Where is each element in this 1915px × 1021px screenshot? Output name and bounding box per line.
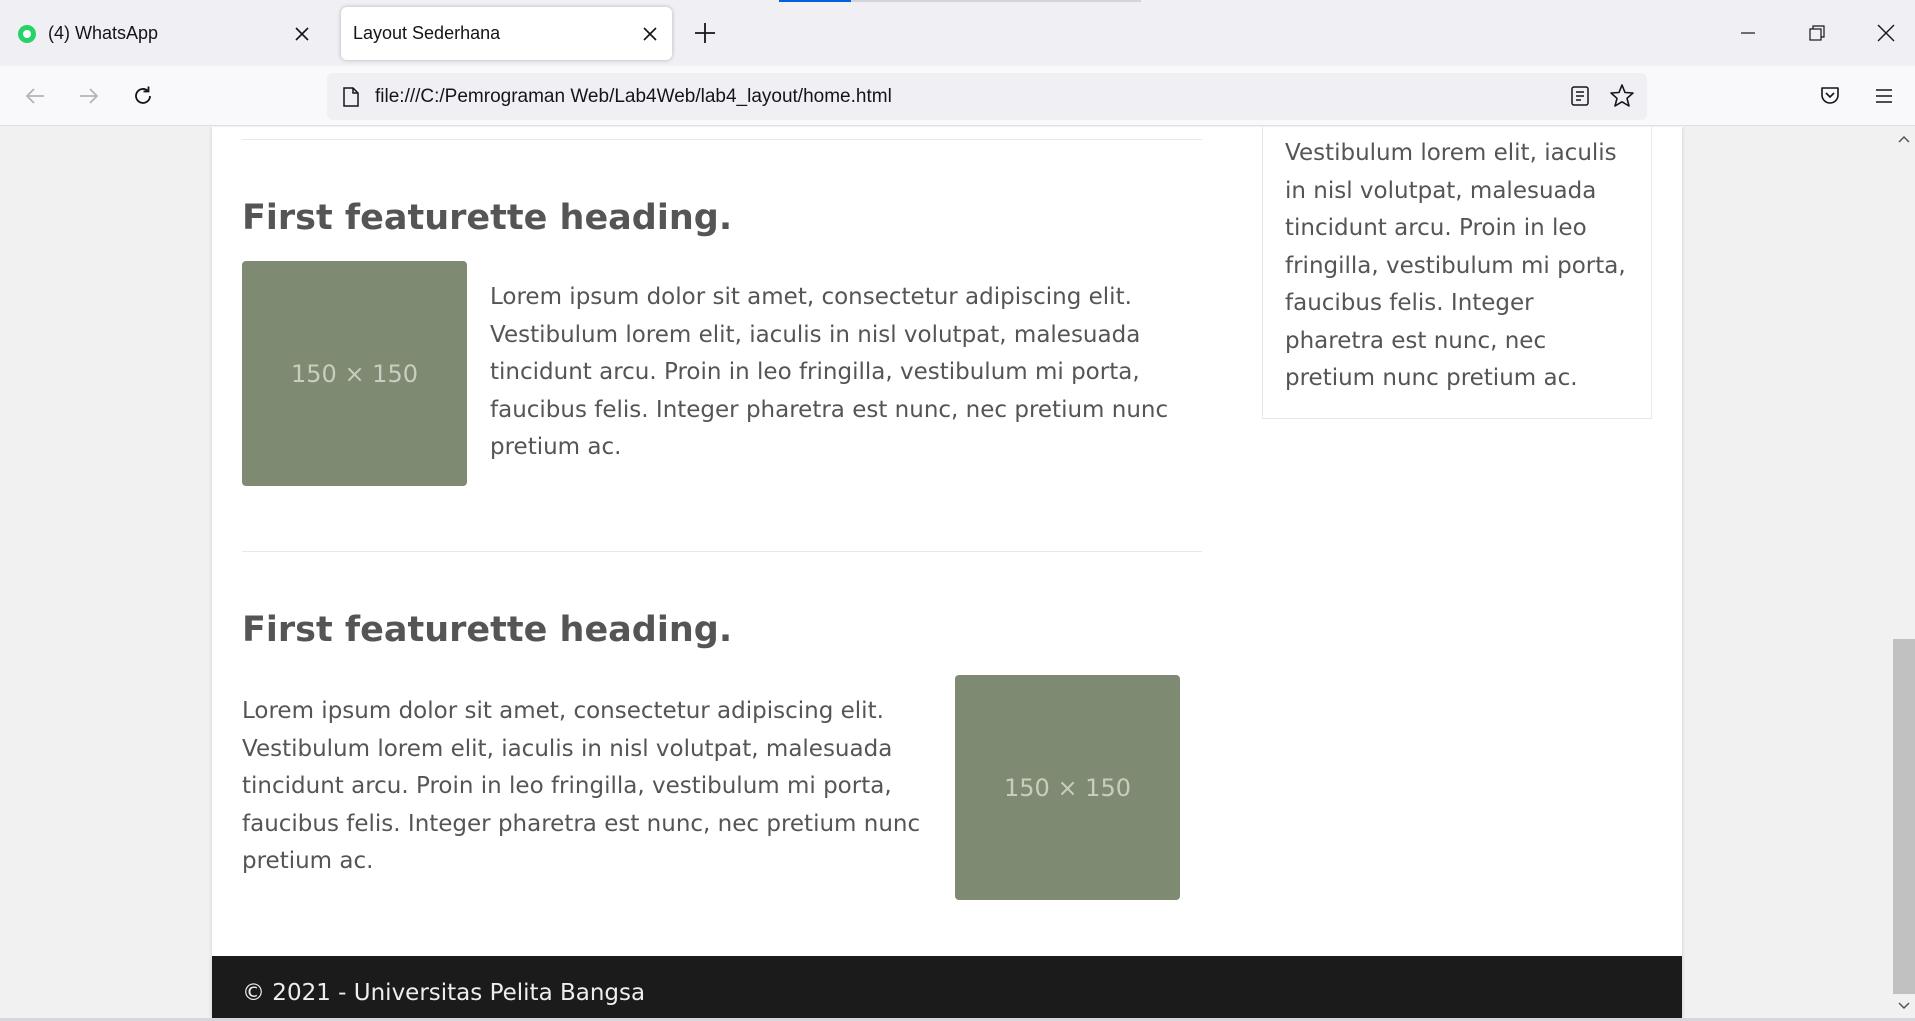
- tab-title: (4) WhatsApp: [48, 23, 159, 43]
- divider: [242, 139, 1202, 140]
- tab-strip: (4) WhatsApp Layout Sederhana: [0, 0, 1915, 66]
- forward-button[interactable]: [71, 78, 107, 114]
- pocket-icon: [1821, 87, 1839, 104]
- tab-layout-sederhana[interactable]: Layout Sederhana: [341, 7, 672, 60]
- placeholder-image: 150 × 150: [242, 261, 467, 486]
- new-tab-button[interactable]: [690, 18, 720, 48]
- divider: [242, 551, 1202, 552]
- tab-whatsapp[interactable]: (4) WhatsApp: [6, 7, 324, 60]
- close-tab-icon[interactable]: [288, 20, 316, 48]
- featurette-text: Lorem ipsum dolor sit amet, consectetur …: [490, 284, 1169, 460]
- page-viewport: First featurette heading. 150 × 150 Lore…: [0, 127, 1893, 1018]
- placeholder-image-label: 150 × 150: [291, 359, 418, 388]
- page-footer: © 2021 - Universitas Pelita Bangsa: [212, 956, 1682, 1018]
- tab-loading-indicator: [779, 0, 851, 2]
- featurette-2: First featurette heading. Lorem ipsum do…: [242, 607, 1202, 900]
- pocket-button[interactable]: [1812, 78, 1848, 114]
- tab-title: Layout Sederhana: [353, 23, 501, 43]
- back-button[interactable]: [17, 78, 53, 114]
- back-arrow-icon: [25, 88, 44, 104]
- featurette-text: Lorem ipsum dolor sit amet, consectetur …: [242, 698, 921, 874]
- scrollbar-thumb[interactable]: [1893, 639, 1915, 994]
- vertical-scrollbar[interactable]: [1893, 127, 1915, 1018]
- app-menu-button[interactable]: [1866, 78, 1902, 114]
- placeholder-image: 150 × 150: [955, 675, 1180, 900]
- featurette-1: First featurette heading. 150 × 150 Lore…: [242, 195, 1202, 486]
- restore-window-button[interactable]: [1787, 12, 1847, 54]
- page-icon: [341, 86, 361, 108]
- reader-view-icon[interactable]: [1569, 85, 1593, 109]
- close-tab-icon[interactable]: [636, 20, 664, 48]
- whatsapp-icon: [18, 24, 36, 43]
- url-text[interactable]: file:///C:/Pemrograman Web/Lab4Web/lab4_…: [375, 86, 892, 108]
- minimize-window-button[interactable]: [1718, 12, 1778, 54]
- featurette-heading: First featurette heading.: [242, 198, 733, 238]
- page-container: First featurette heading. 150 × 150 Lore…: [212, 127, 1682, 1018]
- footer-copyright: © 2021 - Universitas Pelita Bangsa: [242, 980, 646, 1006]
- bookmark-star-icon[interactable]: [1609, 83, 1635, 109]
- hamburger-menu-icon: [1876, 89, 1892, 103]
- sidebar-widget: Vestibulum lorem elit, iaculis in nisl v…: [1262, 127, 1652, 419]
- scroll-up-arrow-icon[interactable]: [1893, 127, 1915, 151]
- navigation-toolbar: file:///C:/Pemrograman Web/Lab4Web/lab4_…: [0, 66, 1915, 126]
- reload-button[interactable]: [125, 78, 161, 114]
- close-window-button[interactable]: [1856, 12, 1915, 54]
- reload-icon: [135, 86, 151, 104]
- tab-strip-edge: [851, 0, 1141, 2]
- placeholder-image-label: 150 × 150: [1004, 773, 1131, 802]
- featurette-heading: First featurette heading.: [242, 610, 733, 650]
- scroll-down-arrow-icon[interactable]: [1893, 994, 1915, 1018]
- address-bar[interactable]: file:///C:/Pemrograman Web/Lab4Web/lab4_…: [327, 73, 1647, 120]
- sidebar-text: Vestibulum lorem elit, iaculis in nisl v…: [1285, 140, 1626, 391]
- forward-arrow-icon: [80, 88, 99, 104]
